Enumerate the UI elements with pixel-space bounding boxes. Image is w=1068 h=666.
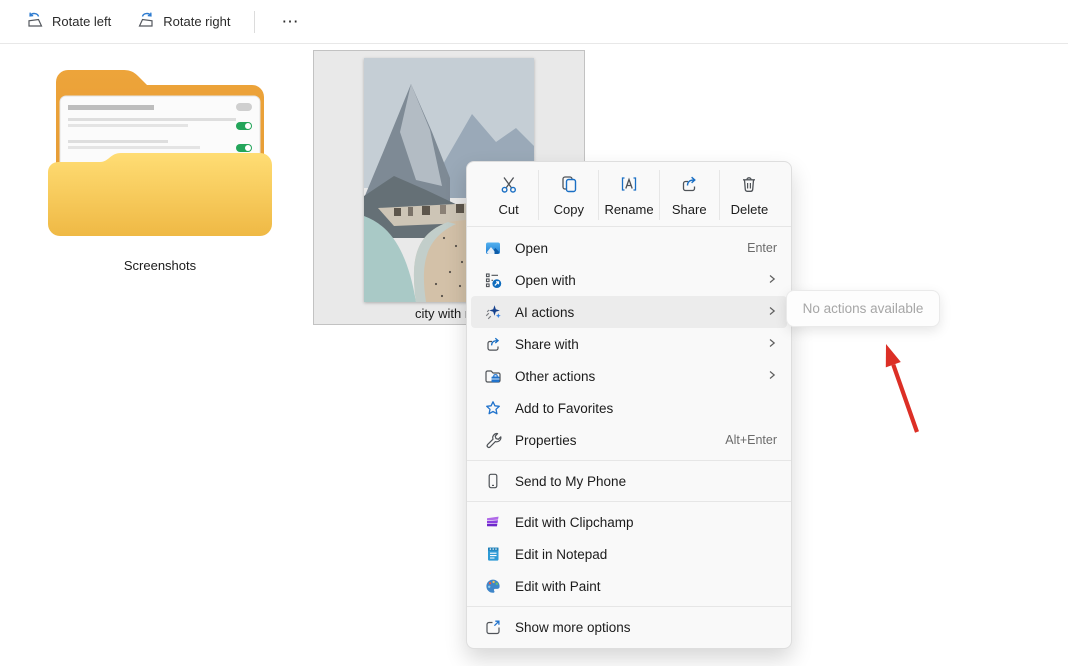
chevron-right-icon <box>767 369 777 383</box>
share-label: Share <box>672 202 707 217</box>
rotate-right-button[interactable]: Rotate right <box>127 6 240 38</box>
rotate-left-button[interactable]: Rotate left <box>16 6 121 38</box>
rotate-right-icon <box>137 11 155 32</box>
phone-icon <box>483 472 502 491</box>
menu-item-edit-with-paint[interactable]: Edit with Paint <box>471 570 787 602</box>
menu-item-properties[interactable]: Properties Alt+Enter <box>471 424 787 456</box>
file-explorer-window: Rotate left Rotate right ⋯ <box>0 0 1068 666</box>
red-annotation-arrow <box>860 330 940 445</box>
tooltip-text: No actions available <box>803 301 924 316</box>
ellipsis-icon: ⋯ <box>281 7 300 37</box>
menu-item-other-actions-label: Other actions <box>515 369 767 384</box>
clipchamp-icon <box>483 513 502 532</box>
share-button[interactable]: Share <box>660 170 720 220</box>
quick-actions-row: Cut Copy Rename <box>467 162 791 226</box>
menu-item-open[interactable]: Open Enter <box>471 232 787 264</box>
menu-item-open-with-label: Open with <box>515 273 767 288</box>
menu-item-properties-shortcut: Alt+Enter <box>725 433 777 447</box>
context-menu: Cut Copy Rename <box>466 161 792 649</box>
menu-item-add-to-favorites-label: Add to Favorites <box>515 401 777 416</box>
paint-icon <box>483 577 502 596</box>
menu-item-share-with[interactable]: Share with <box>471 328 787 360</box>
open-with-icon <box>483 271 502 290</box>
menu-item-other-actions[interactable]: Other actions <box>471 360 787 392</box>
share-with-icon <box>483 335 502 354</box>
rotate-left-label: Rotate left <box>52 14 111 29</box>
other-actions-icon <box>483 367 502 386</box>
copy-icon <box>559 174 579 197</box>
cut-button[interactable]: Cut <box>479 170 539 220</box>
cut-label: Cut <box>498 202 518 217</box>
menu-item-ai-actions-label: AI actions <box>515 305 767 320</box>
delete-icon <box>739 174 759 197</box>
menu-item-open-shortcut: Enter <box>747 241 777 255</box>
chevron-right-icon <box>767 273 777 287</box>
ai-sparkle-icon <box>483 303 502 322</box>
folder-name-label: Screenshots <box>48 258 272 273</box>
menu-item-edit-with-clipchamp[interactable]: Edit with Clipchamp <box>471 506 787 538</box>
menu-item-share-with-label: Share with <box>515 337 767 352</box>
image-file-icon <box>483 239 502 258</box>
menu-item-properties-label: Properties <box>515 433 725 448</box>
no-actions-tooltip: No actions available <box>786 290 940 327</box>
menu-item-open-with[interactable]: Open with <box>471 264 787 296</box>
notepad-icon <box>483 545 502 564</box>
delete-label: Delete <box>731 202 769 217</box>
menu-separator <box>467 606 791 607</box>
menu-item-edit-with-paint-label: Edit with Paint <box>515 579 777 594</box>
star-icon <box>483 399 502 418</box>
rename-button[interactable]: Rename <box>599 170 659 220</box>
menu-separator <box>467 501 791 502</box>
menu-item-ai-actions[interactable]: AI actions <box>471 296 787 328</box>
rotate-left-icon <box>26 11 44 32</box>
share-icon <box>679 174 699 197</box>
menu-item-show-more-options[interactable]: Show more options <box>471 611 787 643</box>
rotate-right-label: Rotate right <box>163 14 230 29</box>
menu-item-edit-in-notepad-label: Edit in Notepad <box>515 547 777 562</box>
menu-separator <box>467 460 791 461</box>
wrench-icon <box>483 431 502 450</box>
chevron-right-icon <box>767 337 777 351</box>
toolbar-divider <box>254 11 255 33</box>
cut-icon <box>499 174 519 197</box>
menu-item-show-more-options-label: Show more options <box>515 620 777 635</box>
folder-tile-screenshots[interactable]: Screenshots <box>48 58 272 273</box>
chevron-right-icon <box>767 305 777 319</box>
menu-item-edit-in-notepad[interactable]: Edit in Notepad <box>471 538 787 570</box>
toolbar: Rotate left Rotate right ⋯ <box>0 0 1068 44</box>
menu-item-send-to-my-phone[interactable]: Send to My Phone <box>471 465 787 497</box>
expand-icon <box>483 618 502 637</box>
more-options-button[interactable]: ⋯ <box>269 6 312 38</box>
menu-item-open-label: Open <box>515 241 747 256</box>
rename-label: Rename <box>604 202 653 217</box>
folder-icon <box>48 58 272 236</box>
menu-item-edit-with-clipchamp-label: Edit with Clipchamp <box>515 515 777 530</box>
rename-icon <box>619 174 639 197</box>
copy-button[interactable]: Copy <box>539 170 599 220</box>
menu-item-add-to-favorites[interactable]: Add to Favorites <box>471 392 787 424</box>
menu-items: Open Enter Open with <box>467 227 791 648</box>
menu-item-send-to-my-phone-label: Send to My Phone <box>515 474 777 489</box>
copy-label: Copy <box>554 202 584 217</box>
delete-button[interactable]: Delete <box>720 170 779 220</box>
